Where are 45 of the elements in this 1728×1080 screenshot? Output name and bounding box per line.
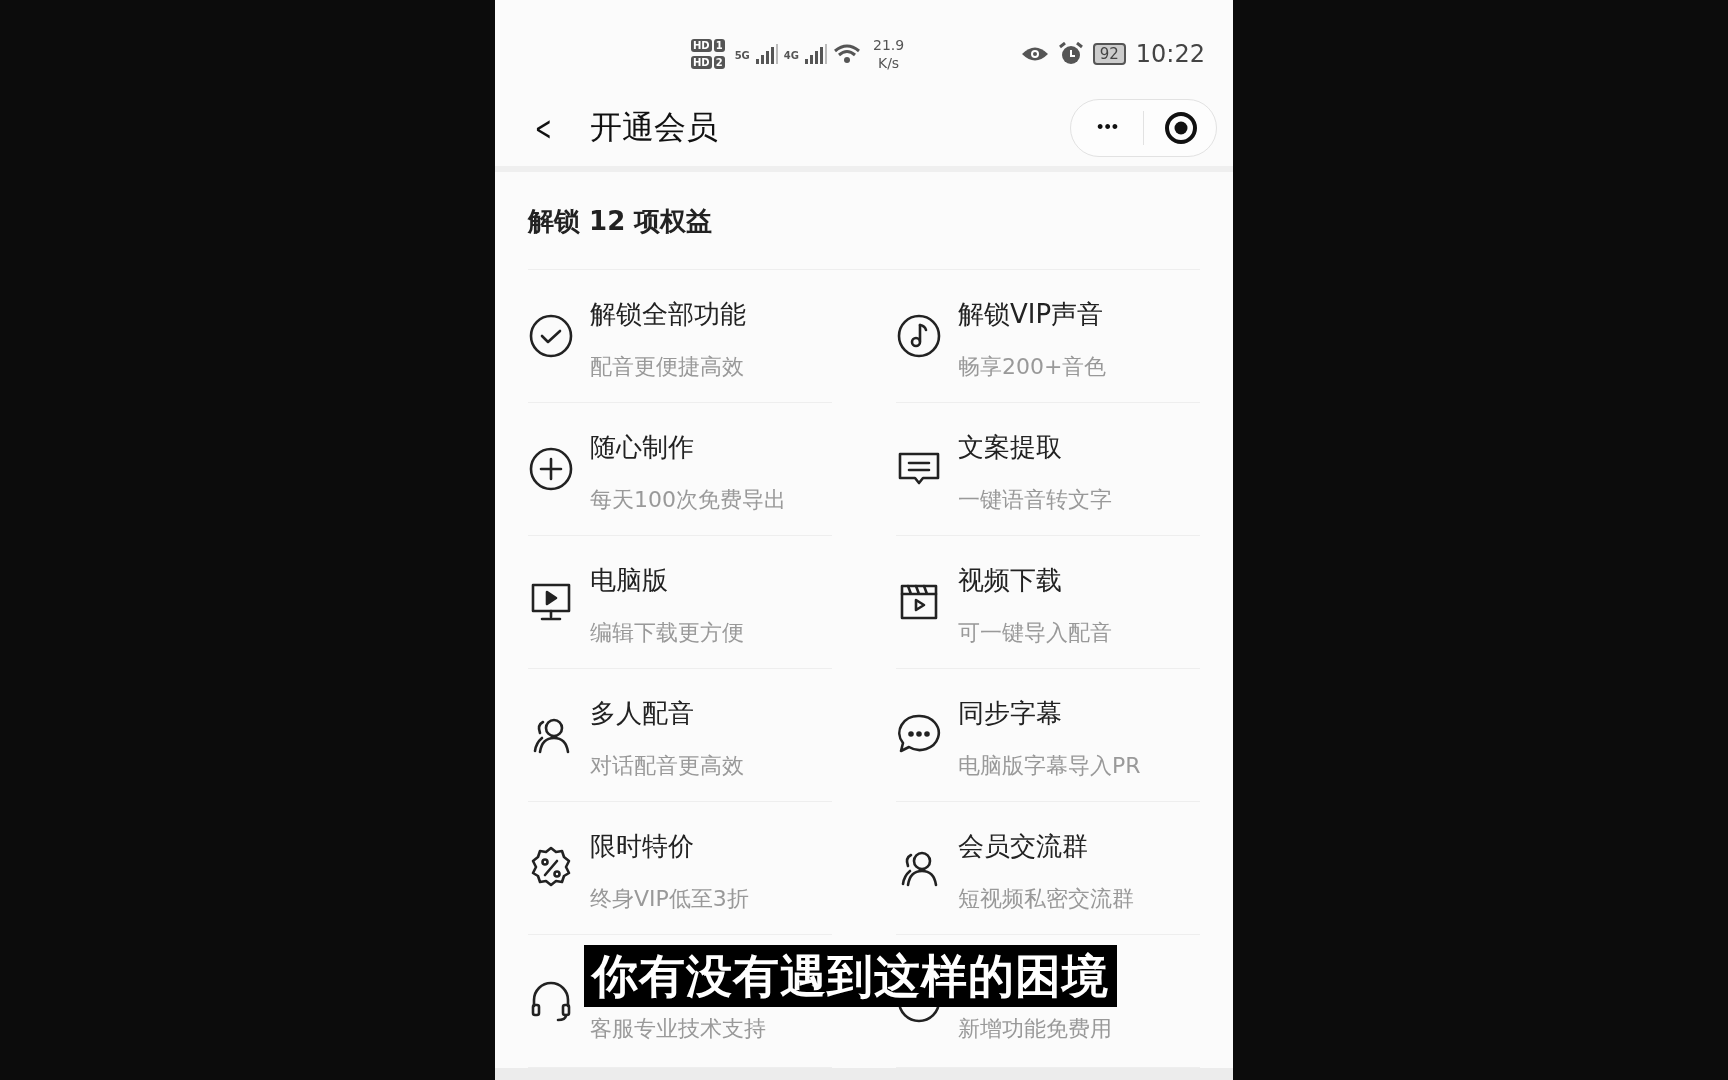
benefit-title: 同步字幕 (958, 696, 1063, 730)
wifi-icon (833, 42, 861, 65)
benefit-title: 多人配音 (590, 696, 695, 730)
plus-icon (528, 446, 574, 493)
benefit-description: 配音更便捷高效 (590, 352, 745, 381)
benefit-title: 随心制作 (590, 430, 695, 464)
section-heading: 解锁 12 项权益 (528, 172, 1200, 271)
benefit-description: 终身VIP低至3折 (590, 884, 749, 913)
more-button[interactable]: ••• (1093, 117, 1123, 139)
check-icon (528, 313, 574, 360)
sim-badge: HD (691, 55, 712, 69)
clock-time: 10:22 (1135, 39, 1205, 68)
signal-icon (805, 43, 827, 64)
note-icon (896, 313, 942, 360)
sim-slot: 1 (713, 38, 725, 52)
benefit-description: 编辑下载更方便 (590, 618, 744, 647)
battery-icon: 92 (1092, 42, 1126, 65)
benefit-description: 客服专业技术支持 (590, 1015, 766, 1044)
benefit-description: 新增功能免费用 (958, 1015, 1112, 1044)
network-type: 5G (734, 50, 750, 61)
benefit-description: 一键语音转文字 (958, 485, 1112, 514)
close-target-icon[interactable] (1164, 110, 1198, 145)
benefit-title: 解锁全部功能 (590, 297, 746, 331)
benefit-title: 解锁VIP声音 (958, 297, 1105, 331)
benefit-description: 电脑版字幕导入PR (958, 751, 1141, 780)
video-subtitle: 你有没有遇到这样的困境 (584, 945, 1117, 1007)
benefit-title: 会员交流群 (958, 829, 1089, 863)
sim-slot: 2 (713, 55, 725, 69)
benefit-description: 畅享200+音色 (958, 352, 1107, 381)
alarm-icon (1058, 41, 1083, 66)
benefit-title: 视频下载 (958, 563, 1063, 597)
benefit-description: 短视频私密交流群 (958, 884, 1134, 913)
benefit-title: 限时特价 (590, 829, 695, 863)
signal-icon (755, 43, 778, 64)
speed-unit: K/s (877, 53, 900, 72)
page-title: 开通会员 (589, 106, 718, 148)
benefit-title: 文案提取 (958, 430, 1063, 464)
sim-badge: HD (691, 38, 712, 52)
benefit-description: 每天100次免费导出 (590, 485, 786, 514)
benefit-description: 对话配音更高效 (590, 751, 744, 780)
benefit-title: 电脑版 (590, 563, 669, 597)
network-type: 4G (783, 50, 799, 61)
back-button[interactable]: < (531, 107, 556, 148)
network-speed: 21.9 (873, 35, 905, 54)
benefit-description: 可一键导入配音 (958, 618, 1112, 647)
